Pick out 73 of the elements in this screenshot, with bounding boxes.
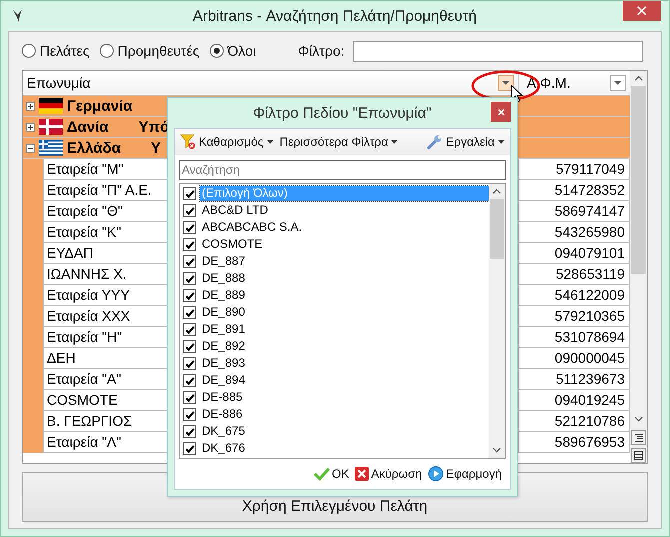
group-caption: Υ xyxy=(151,140,162,156)
checkbox[interactable] xyxy=(183,289,196,302)
radio-option[interactable]: Όλοι xyxy=(210,43,256,59)
expand-icon[interactable] xyxy=(26,102,35,110)
toolbar-menu-button[interactable]: Περισσότερα Φίλτρα xyxy=(276,135,402,149)
scrollbar[interactable] xyxy=(489,184,505,458)
caret-icon xyxy=(502,81,510,85)
checkbox[interactable] xyxy=(183,340,196,353)
group-name: Ελλάδα xyxy=(67,140,122,156)
scroll-thumb[interactable] xyxy=(631,86,646,274)
checkbox-item[interactable]: ABCABCABC S.A. xyxy=(180,219,489,236)
filter-label: Φίλτρο: xyxy=(298,43,345,59)
radio-option[interactable]: Πελάτες xyxy=(22,43,90,59)
scroll-up-icon[interactable] xyxy=(493,189,501,194)
collapse-icon[interactable] xyxy=(26,144,35,152)
close-icon xyxy=(637,6,647,16)
checkbox-item[interactable]: DE_889 xyxy=(180,287,489,304)
dropdown-button[interactable] xyxy=(498,75,514,91)
checkbox-item[interactable]: DE_888 xyxy=(180,270,489,287)
toolbar-menu-button[interactable]: Καθαρισμός xyxy=(177,134,277,150)
group-name: Δανία xyxy=(67,118,109,136)
search-field[interactable]: Αναζήτηση xyxy=(179,160,506,180)
caret-icon xyxy=(498,140,505,144)
checkbox[interactable] xyxy=(183,425,196,438)
checkbox[interactable] xyxy=(183,204,196,217)
scroll-thumb[interactable] xyxy=(490,199,504,259)
checkbox-item[interactable]: DE_893 xyxy=(180,355,489,372)
list-icon xyxy=(634,450,644,461)
popup-title: Φίλτρο Πεδίου "Επωνυμία" xyxy=(253,104,432,122)
close-icon xyxy=(355,467,370,481)
expand-icon[interactable] xyxy=(26,122,35,132)
caret-icon xyxy=(614,81,622,85)
checkbox[interactable] xyxy=(183,272,196,285)
flag-icon xyxy=(39,119,63,135)
checkbox[interactable] xyxy=(183,323,196,336)
checkbox[interactable] xyxy=(183,187,196,200)
filter-field[interactable] xyxy=(352,40,643,62)
checkbox[interactable] xyxy=(183,408,196,421)
window-title: Arbitrans - Αναζήτηση Πελάτη/Προμηθευτή xyxy=(192,8,478,24)
checkbox-item[interactable]: ABC&D LTD xyxy=(180,202,489,219)
expand-rows-button[interactable] xyxy=(631,430,646,446)
toolbar-menu-button[interactable]: Εργαλεία xyxy=(424,134,508,150)
scroll-up-icon[interactable] xyxy=(634,76,642,81)
group-name: Γερμανία xyxy=(67,98,133,114)
checkbox-item[interactable]: DE-885 xyxy=(180,389,489,406)
lines-icon xyxy=(634,432,644,443)
close-button[interactable] xyxy=(623,1,661,21)
play-icon xyxy=(428,466,444,482)
list-button[interactable] xyxy=(631,448,646,463)
scroll-down-icon[interactable] xyxy=(634,417,642,422)
checkbox[interactable] xyxy=(183,374,196,387)
filter-clear-icon xyxy=(180,134,196,150)
checkbox[interactable] xyxy=(183,357,196,370)
checkbox[interactable] xyxy=(183,306,196,319)
checkbox[interactable] xyxy=(183,391,196,404)
wrench-icon xyxy=(427,134,444,150)
scroll-down-icon[interactable] xyxy=(493,448,501,453)
caret-icon xyxy=(266,140,274,144)
caret-icon xyxy=(391,140,398,144)
checkbox[interactable] xyxy=(183,255,196,268)
radio-option[interactable]: Προμηθευτές xyxy=(100,43,200,59)
checkbox[interactable] xyxy=(183,221,196,234)
close-button[interactable] xyxy=(491,102,511,122)
flag-icon xyxy=(39,140,63,156)
check-icon xyxy=(314,466,330,482)
dropdown-button[interactable] xyxy=(610,75,626,91)
flag-icon xyxy=(39,98,63,114)
checkbox[interactable] xyxy=(183,238,196,251)
scrollbar[interactable] xyxy=(630,71,647,463)
checkbox[interactable] xyxy=(183,442,196,455)
checkbox-item[interactable]: DE_890 xyxy=(180,304,489,321)
close-icon xyxy=(498,108,504,116)
checkbox-item[interactable]: DE_894 xyxy=(180,372,489,389)
